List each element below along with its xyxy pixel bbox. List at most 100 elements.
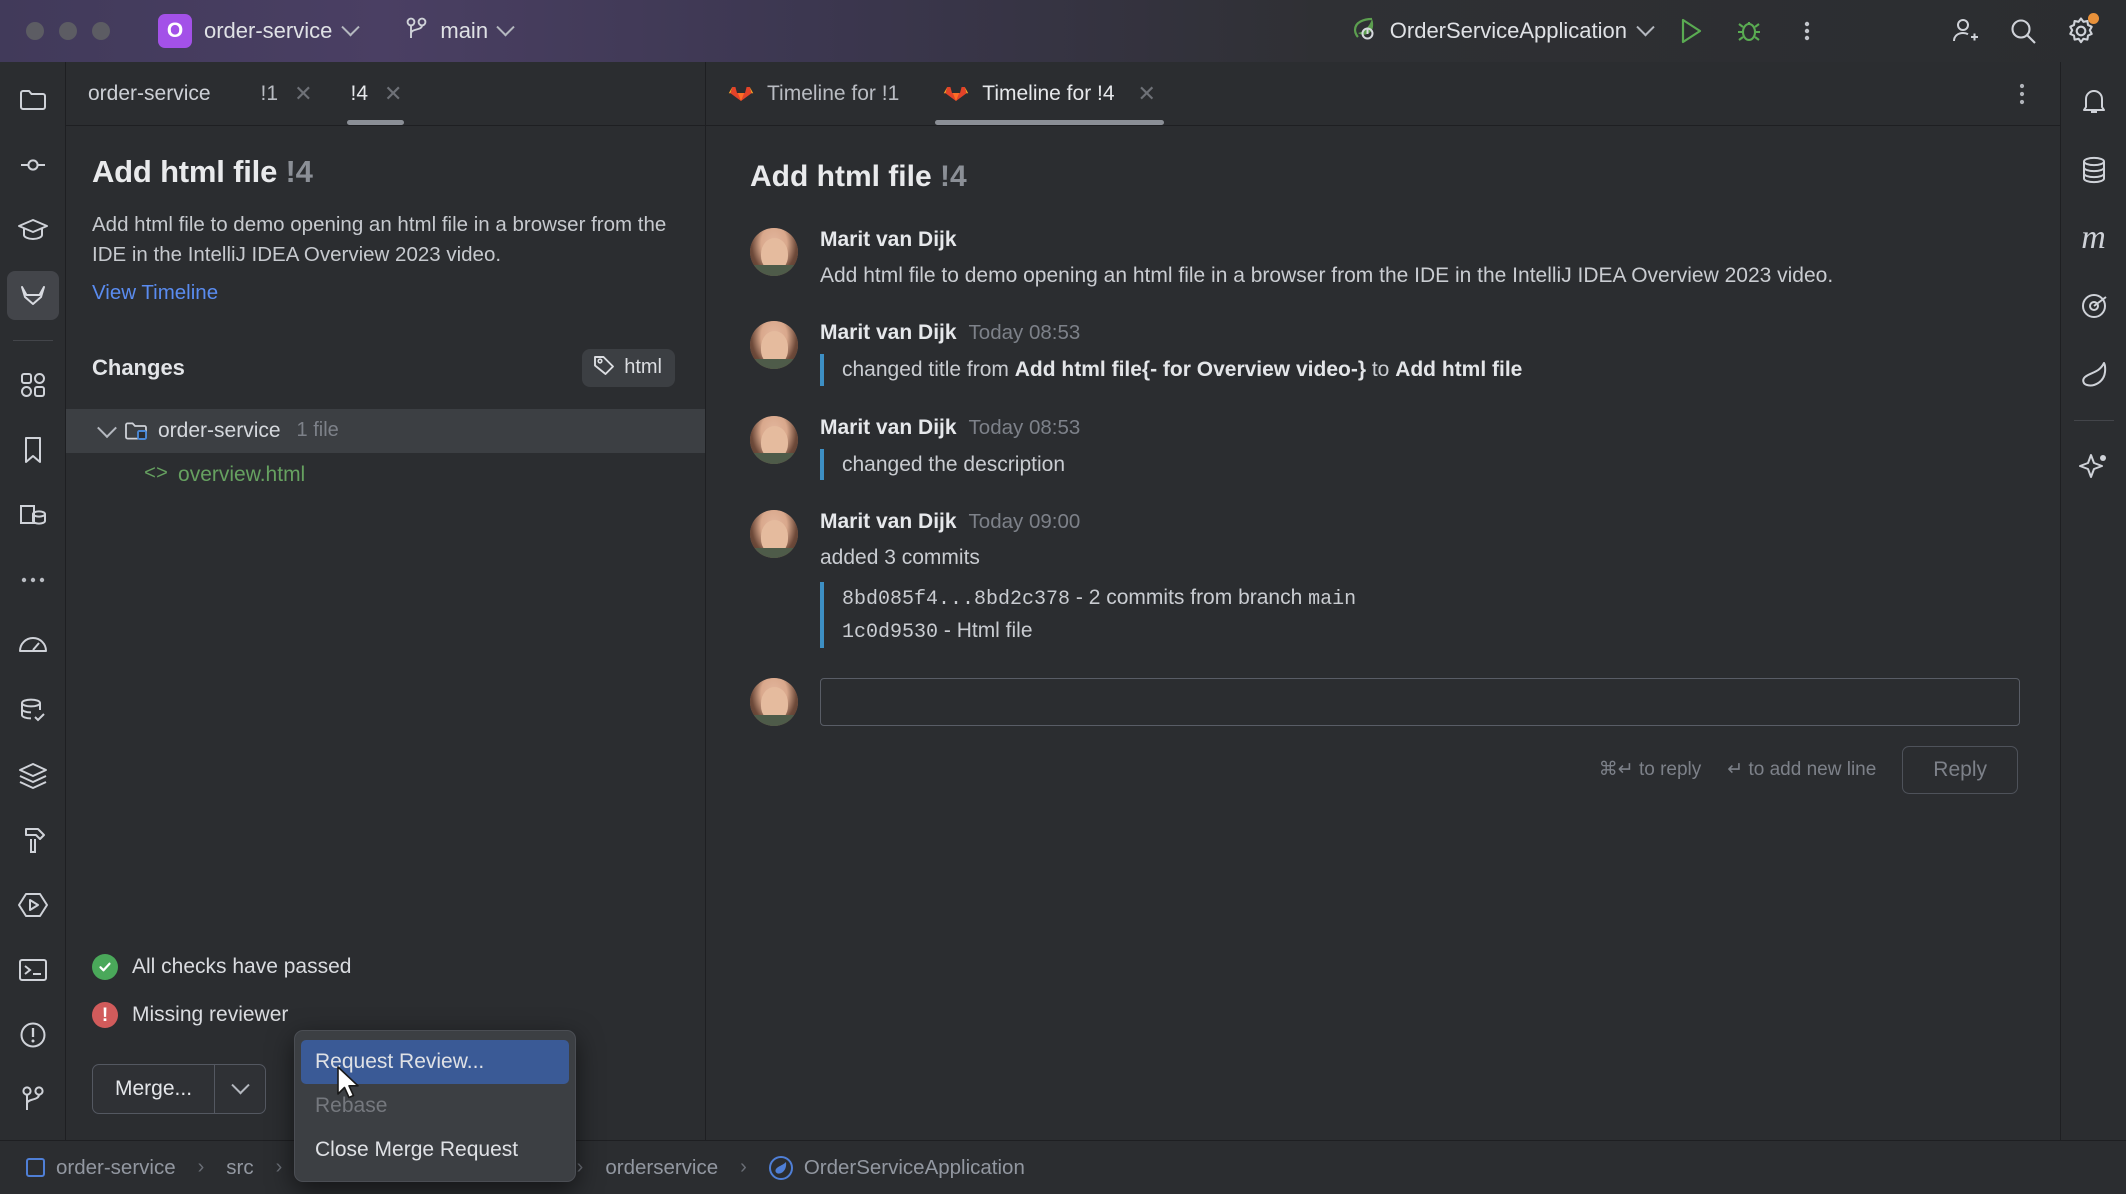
merge-dropdown-button[interactable] <box>215 1065 265 1113</box>
minimize-window-button[interactable] <box>59 22 77 40</box>
commit-line[interactable]: 8bd085f4...8bd2c378 - 2 commits from bra… <box>842 582 2020 615</box>
close-icon[interactable]: ✕ <box>384 83 402 105</box>
merge-button[interactable]: Merge... <box>93 1065 214 1113</box>
timeline-title-change: changed title from Add html file{- for O… <box>820 354 2020 386</box>
sidebar-item-ci[interactable] <box>2068 280 2120 332</box>
tab-mr-1[interactable]: !1 ✕ <box>239 62 329 125</box>
tab-mr-4[interactable]: !4 ✕ <box>329 62 419 125</box>
sidebar-item-notifications[interactable] <box>2068 76 2120 128</box>
breadcrumb-item[interactable]: order-service <box>56 1156 176 1180</box>
timeline-entry-head: Marit van Dijk Today 08:53 <box>820 416 2020 440</box>
sidebar-item-version-control[interactable] <box>7 1075 59 1124</box>
sidebar-item-terminal[interactable] <box>7 945 59 994</box>
sidebar-item-gitlab[interactable] <box>7 271 59 320</box>
debug-button[interactable] <box>1720 0 1778 62</box>
branch-selector[interactable]: main <box>397 12 520 51</box>
run-configuration-selector[interactable]: OrderServiceApplication <box>1338 9 1662 54</box>
chevron-down-icon[interactable] <box>97 418 117 438</box>
more-actions-button[interactable] <box>1778 0 1836 62</box>
run-button[interactable] <box>1662 0 1720 62</box>
mouse-cursor <box>336 1065 366 1110</box>
sidebar-item-database-folder[interactable] <box>7 491 59 540</box>
breadcrumb-item[interactable]: orderservice <box>605 1156 718 1180</box>
sidebar-item-plugins[interactable] <box>7 361 59 410</box>
search-button[interactable] <box>1994 0 2052 62</box>
tab-label: Timeline for !4 <box>982 82 1114 106</box>
reply-button[interactable]: Reply <box>1902 746 2018 794</box>
title-bar: O order-service main OrderServiceApplica… <box>0 0 2126 62</box>
view-timeline-link[interactable]: View Timeline <box>92 281 679 305</box>
merge-split-button[interactable]: Merge... <box>92 1064 266 1114</box>
sidebar-item-commit[interactable] <box>7 141 59 190</box>
maximize-window-button[interactable] <box>92 22 110 40</box>
project-name: order-service <box>204 18 332 44</box>
sidebar-item-bookmarks[interactable] <box>7 426 59 475</box>
tree-row-root[interactable]: order-service 1 file <box>66 409 705 453</box>
module-icon <box>26 1158 45 1177</box>
timeline-entry: Marit van Dijk Add html file to demo ope… <box>750 228 2020 291</box>
close-icon[interactable]: ✕ <box>294 83 312 105</box>
window-controls[interactable] <box>26 22 110 40</box>
sidebar-item-project[interactable] <box>7 76 59 125</box>
commit-message: Html file <box>957 619 1033 642</box>
tab-timeline-1[interactable]: Timeline for !1 <box>706 62 921 125</box>
merge-request-body: Add html file !4 Add html file to demo o… <box>66 126 705 1140</box>
timeline-author: Marit van Dijk <box>820 228 957 252</box>
add-user-button[interactable] <box>1936 0 1994 62</box>
changes-label: Changes <box>92 355 185 381</box>
sidebar-item-run[interactable] <box>7 880 59 929</box>
breadcrumb-separator: › <box>198 1156 205 1179</box>
check-row-passed: All checks have passed <box>92 954 679 980</box>
sidebar-item-more[interactable] <box>7 556 59 605</box>
tab-timeline-4[interactable]: Timeline for !4 ✕ <box>921 62 1178 125</box>
timeline-panel: Timeline for !1 Timeline for !4 ✕ Add ht… <box>706 62 2060 1140</box>
sidebar-item-services[interactable] <box>7 750 59 799</box>
run-configuration-name: OrderServiceApplication <box>1390 18 1627 44</box>
commit-sep: - <box>938 619 957 642</box>
avatar <box>750 510 798 558</box>
reply-row: ⌘↵ to reply ↵ to add new line Reply <box>750 678 2020 794</box>
label-badge[interactable]: html <box>582 349 675 387</box>
sidebar-item-database[interactable] <box>2068 144 2120 196</box>
timeline-entry: Marit van Dijk Today 08:53 changed the d… <box>750 416 2020 481</box>
sidebar-item-problems[interactable] <box>7 1010 59 1059</box>
tab-label: Timeline for !1 <box>767 82 899 106</box>
mr-description: Add html file to demo opening an html fi… <box>92 210 677 271</box>
project-selector[interactable]: O order-service <box>150 10 365 52</box>
timeline-author: Marit van Dijk <box>820 510 957 534</box>
breadcrumb-item[interactable]: OrderServiceApplication <box>804 1156 1025 1180</box>
avatar <box>750 228 798 276</box>
chevron-down-icon <box>1636 18 1654 36</box>
check-error-text: Missing reviewer <box>132 1003 288 1027</box>
close-icon[interactable]: ✕ <box>1138 83 1156 105</box>
branch-icon <box>405 16 429 47</box>
close-window-button[interactable] <box>26 22 44 40</box>
sidebar-item-database-check[interactable] <box>7 685 59 734</box>
sidebar-item-spring[interactable] <box>2068 348 2120 400</box>
title-bar-actions: OrderServiceApplication <box>1338 0 2126 62</box>
timeline-title: Add html file !4 <box>750 160 2020 194</box>
timeline-entry-head: Marit van Dijk Today 09:00 <box>820 510 2020 534</box>
sidebar-item-profiler[interactable] <box>7 620 59 669</box>
title-change-new: Add html file <box>1395 358 1522 381</box>
tree-row-file[interactable]: <> overview.html <box>92 453 679 497</box>
mr-title-text: Add html file <box>92 154 277 189</box>
settings-button[interactable] <box>2052 0 2110 62</box>
reply-input[interactable] <box>820 678 2020 726</box>
sidebar-divider <box>2074 420 2114 421</box>
timeline-entry-body: Marit van Dijk Today 09:00 added 3 commi… <box>820 510 2020 647</box>
tree-root-name: order-service <box>158 419 281 443</box>
menu-item-close-merge-request[interactable]: Close Merge Request <box>295 1128 575 1172</box>
sidebar-item-ai-assistant[interactable] <box>2068 441 2120 493</box>
timeline-more-options-button[interactable] <box>2002 62 2042 126</box>
changes-tree: order-service 1 file <> overview.html <box>92 409 679 497</box>
commit-branch: main <box>1308 588 1356 611</box>
sidebar-item-learn[interactable] <box>7 206 59 255</box>
commit-line[interactable]: 1c0d9530 - Html file <box>842 615 2020 648</box>
timeline-entry: Marit van Dijk Today 09:00 added 3 commi… <box>750 510 2020 647</box>
sidebar-item-maven[interactable]: m <box>2068 212 2120 264</box>
right-tool-stripe: m <box>2060 62 2126 1140</box>
tab-order-service[interactable]: order-service <box>66 62 239 125</box>
sidebar-item-build[interactable] <box>7 815 59 864</box>
breadcrumb-item[interactable]: src <box>226 1156 253 1180</box>
